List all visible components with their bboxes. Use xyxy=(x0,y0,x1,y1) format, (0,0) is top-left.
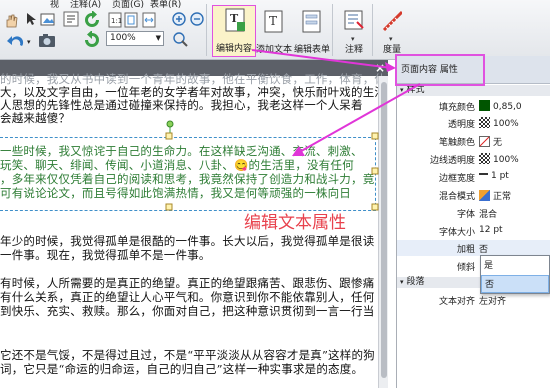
prop-label: 边框宽度 xyxy=(438,174,475,184)
selected-line-3: 可有说论论文，而且号得如此饱满热情，我又是何等顽强的一株向日 xyxy=(0,186,351,200)
prop-value: 12 pt xyxy=(479,225,503,235)
annotation-callout: 编辑文本属性 xyxy=(244,213,346,233)
prop-value: 否 xyxy=(479,245,489,255)
menu-page[interactable]: 页面(G) xyxy=(112,0,144,10)
prop-fill-color[interactable]: 填充颜色 0,85,0 xyxy=(397,98,550,114)
panel-title-bar: 页面内容 属性 xyxy=(397,56,550,84)
fit-width-icon[interactable] xyxy=(142,12,156,28)
prop-label: 填充颜色 xyxy=(438,103,475,113)
add-text-button[interactable]: T 添加文本 xyxy=(256,8,292,58)
prop-value: 0,85,0 xyxy=(493,102,522,112)
zoom-value: 100% xyxy=(110,33,136,43)
no-color-icon xyxy=(479,136,490,147)
prop-opacity[interactable]: 透明度 100% xyxy=(397,115,550,131)
scrollbar-thumb[interactable] xyxy=(381,82,387,378)
collapse-icon: ▾ xyxy=(400,86,404,94)
properties-panel: 页面内容 属性 ▾ 样式 填充颜色 0,85,0 透明度 100% 笔触颜色 无 … xyxy=(396,56,550,388)
prop-value: 100% xyxy=(493,155,519,165)
zoom-select[interactable]: 100% ▼ xyxy=(106,31,164,46)
group-style[interactable]: ▾ 样式 xyxy=(397,85,550,96)
zoom-in-icon[interactable] xyxy=(172,12,188,28)
doc-line-5: 一件事。现在，我觉得孤单不是一件事。 xyxy=(0,248,211,262)
annotate-icon xyxy=(344,10,364,30)
prop-stroke-color[interactable]: 笔触颜色 无 xyxy=(397,133,550,149)
prop-font-size[interactable]: 字体大小 12 pt xyxy=(397,223,550,239)
prop-label: 加粗 xyxy=(456,245,475,255)
prop-bold[interactable]: 加粗 否 xyxy=(397,240,550,256)
measure-label: 度量 xyxy=(382,45,401,55)
select-arrow-icon[interactable] xyxy=(24,12,38,26)
prop-text-align[interactable]: 文本对齐 左对齐 xyxy=(397,292,550,308)
camera-icon[interactable] xyxy=(38,32,56,48)
line-width-icon xyxy=(479,173,488,175)
document-scrollbar[interactable] xyxy=(378,76,388,388)
snapshot-icon[interactable] xyxy=(40,11,56,27)
prop-font[interactable]: 字体 混合 xyxy=(397,205,550,221)
prop-label: 笔触颜色 xyxy=(438,138,475,148)
opacity-swatch xyxy=(479,117,490,128)
edit-content-icon: T xyxy=(225,8,245,32)
prop-value: 1 pt xyxy=(491,171,509,181)
collapse-icon: ▾ xyxy=(400,278,404,286)
bold-dropdown[interactable]: 是 否 xyxy=(480,255,550,294)
measure-button[interactable]: ▾ 度量 xyxy=(374,8,410,58)
prop-label: 文本对齐 xyxy=(438,297,475,307)
prop-label: 混合模式 xyxy=(438,192,475,202)
select-text-icon[interactable] xyxy=(63,11,79,27)
rotate-left-icon[interactable] xyxy=(83,31,101,49)
svg-text:1:1: 1:1 xyxy=(111,17,122,25)
zoom-out-icon[interactable] xyxy=(190,12,206,28)
fill-swatch xyxy=(479,100,490,111)
doc-line-10: 词，它只是“命运的归命运，自己的归自己”这样一种实事求是的态度。 xyxy=(0,362,364,376)
prop-label: 字体 xyxy=(456,210,475,220)
prop-value: 正常 xyxy=(493,192,512,202)
prop-value: 无 xyxy=(493,138,503,148)
prop-label: 透明度 xyxy=(447,120,475,130)
group-style-label: 样式 xyxy=(406,85,425,95)
prop-value: 100% xyxy=(493,119,519,129)
edit-content-button[interactable]: T 编辑内容 xyxy=(212,5,256,57)
annotate-button[interactable]: ▾ 注释 xyxy=(336,8,372,58)
menu-form[interactable]: 表单(R) xyxy=(150,0,181,10)
prop-blend-mode[interactable]: 混合模式 正常 xyxy=(397,187,550,203)
panel-title: 页面内容 属性 xyxy=(401,65,458,75)
edit-form-button[interactable]: 编辑表单 xyxy=(294,8,330,58)
menu-annotate[interactable]: 注释(A) xyxy=(70,0,101,10)
dropdown-option-yes[interactable]: 是 xyxy=(481,257,549,275)
menu-view[interactable]: 视 xyxy=(50,0,59,10)
prop-label: 边线透明度 xyxy=(429,156,475,166)
prop-border-width[interactable]: 边框宽度 1 pt xyxy=(397,169,550,185)
prop-stroke-opacity[interactable]: 边线透明度 100% xyxy=(397,151,550,167)
actual-size-icon[interactable]: 1:1 xyxy=(108,12,122,28)
toolbar: 视 注释(A) 页面(G) 表单(R) ▾ 1:1 100% ▼ T 编辑内容 … xyxy=(0,0,550,60)
undo-icon[interactable] xyxy=(6,34,26,50)
prop-value: 混合 xyxy=(479,210,498,220)
doc-line-3: 会越来越傻？ xyxy=(0,111,71,125)
prop-label: 倾斜 xyxy=(456,263,475,273)
edit-form-icon xyxy=(302,10,321,33)
measure-icon xyxy=(382,10,402,32)
edit-form-label: 编辑表单 xyxy=(293,45,330,55)
rotate-icon[interactable] xyxy=(83,11,101,29)
marquee-zoom-icon[interactable] xyxy=(172,31,188,47)
doc-line-8: 到快乐、充实、救赎。那么，你面对自己，把这种意识贯彻到一言一行当 xyxy=(0,304,375,318)
chevron-down-icon: ▼ xyxy=(155,34,161,42)
prop-label: 字体大小 xyxy=(438,228,475,238)
undo-dropdown-icon[interactable]: ▾ xyxy=(27,38,31,46)
stroke-opacity-swatch xyxy=(479,153,490,164)
svg-text:T: T xyxy=(269,14,277,28)
fit-page-icon[interactable] xyxy=(124,12,138,28)
hand-tool-icon[interactable] xyxy=(4,14,18,28)
add-text-icon: T xyxy=(264,10,283,33)
group-paragraph-label: 段落 xyxy=(406,277,425,287)
dropdown-option-no[interactable]: 否 xyxy=(481,275,549,293)
blend-mode-icon xyxy=(479,190,490,201)
prop-value: 左对齐 xyxy=(479,297,507,307)
